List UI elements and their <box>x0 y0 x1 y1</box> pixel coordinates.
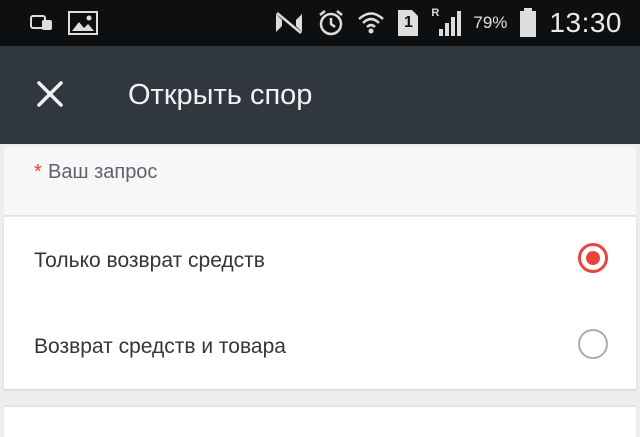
option-label: Только возврат средств <box>34 249 265 272</box>
alarm-icon <box>317 9 345 37</box>
request-label: Ваш запрос <box>48 161 158 183</box>
status-bar: 1 R 79% 13:30 <box>0 0 640 46</box>
radio-button-unselected[interactable] <box>578 329 608 359</box>
roaming-label: R <box>431 7 440 19</box>
request-options-card: Только возврат средств Возврат средств и… <box>4 217 636 389</box>
close-icon <box>36 80 64 113</box>
wifi-icon <box>357 10 385 36</box>
clock: 13:30 <box>549 7 622 38</box>
app-bar: Открыть спор <box>0 46 640 144</box>
message-icon <box>30 13 54 33</box>
radio-button-selected[interactable] <box>578 243 608 273</box>
mute-icon <box>273 10 305 36</box>
sim-icon: 1 <box>397 9 419 37</box>
battery-percent: 79% <box>473 13 508 32</box>
required-mark: * <box>34 161 42 183</box>
close-button[interactable] <box>30 76 70 116</box>
option-refund-and-return[interactable]: Возврат средств и товара <box>4 305 636 389</box>
battery-icon <box>519 8 537 38</box>
request-section-header: * Ваш запрос <box>4 147 636 215</box>
sim-slot-number: 1 <box>403 14 413 31</box>
page-title: Открыть спор <box>128 79 313 111</box>
option-refund-only[interactable]: Только возврат средств <box>4 219 636 303</box>
next-section-card <box>4 407 636 437</box>
signal-icon: R <box>431 7 462 37</box>
gallery-icon <box>68 11 98 35</box>
option-label: Возврат средств и товара <box>34 335 286 358</box>
